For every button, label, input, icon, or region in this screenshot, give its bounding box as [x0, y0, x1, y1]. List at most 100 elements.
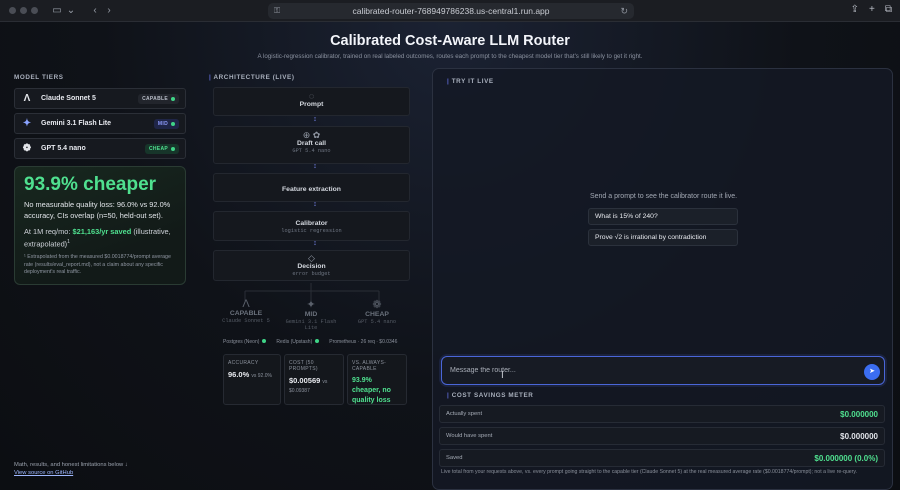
meter-title-text: COST SAVINGS METER [451, 392, 534, 399]
scale-value: $21,163/yr saved [72, 227, 132, 236]
footer-text: Math, results, and honest limitations be… [14, 462, 128, 468]
url-text: calibrated-router-768949786238.us-centra… [352, 6, 550, 16]
window-close-button[interactable] [9, 7, 16, 14]
meter-label: Would have spent [446, 433, 493, 439]
meter-label: Actually spent [446, 411, 483, 417]
stat-accuracy: ACCURACY 96.0% vs 92.0% [223, 354, 281, 405]
openai-icon: ❁ [22, 143, 32, 154]
tier-badge: CAPABLE [138, 93, 179, 104]
stat-value: $0.00569 vs $0.09387 [289, 376, 339, 394]
node-title: Prompt [299, 101, 324, 108]
try-it-panel: | TRY IT LIVE Send a prompt to see the c… [432, 68, 893, 490]
empty-state-hint: Send a prompt to see the calibrator rout… [589, 193, 738, 200]
scale-prefix: At 1M req/mo: [24, 227, 71, 236]
stat-label: VS. ALWAYS-CAPABLE [352, 360, 387, 372]
tier-name: Gemini 3.1 Flash Lite [41, 120, 112, 127]
node-draft-call: ⊕ ✿ Draft call GPT 5.4 nano [213, 126, 410, 164]
share-icon[interactable]: ⇪ [851, 4, 859, 15]
stat-cost: COST (50 PROMPTS) $0.00569 vs $0.09387 [284, 354, 344, 405]
meter-title: | COST SAVINGS METER [447, 392, 534, 399]
try-it-title: | TRY IT LIVE [447, 78, 494, 85]
draft-call-icon: ⊕ ✿ [302, 130, 321, 140]
try-it-title-text: TRY IT LIVE [451, 78, 494, 85]
infra-label: Postgres (Neon) [223, 339, 260, 345]
output-subtitle: Claude Sonnet 5 [222, 318, 270, 324]
window-minimize-button[interactable] [20, 7, 27, 14]
send-icon: ➤ [869, 368, 875, 375]
node-subtitle: GPT 5.4 nano [292, 148, 331, 154]
example-prompt-button[interactable]: Prove √2 is irrational by contradiction [588, 229, 738, 246]
forward-icon[interactable]: › [102, 5, 116, 16]
output-mid: ✦ MID Gemini 3.1 Flash Lite [280, 298, 342, 331]
site-settings-icon[interactable]: ⚿ [274, 6, 280, 16]
node-decision: ◇ Decision error budget [213, 250, 410, 281]
tier-badge: MID [153, 118, 179, 129]
output-cheap: ❁ CHEAP GPT 5.4 nano [346, 298, 408, 325]
tier-badge-label: MID [157, 120, 168, 127]
sidebar-toggle-icon[interactable]: ▭ [50, 5, 64, 16]
new-tab-icon[interactable]: + [869, 4, 875, 15]
page-title: Calibrated Cost-Aware LLM Router [330, 33, 570, 49]
text-cursor-icon: I [501, 370, 504, 381]
node-title: Calibrator [295, 220, 328, 227]
savings-card: 93.9% cheaper No measurable quality loss… [14, 166, 186, 285]
tier-outputs: Ʌ CAPABLE Claude Sonnet 5 ✦ MID Gemini 3… [207, 298, 416, 338]
meter-value: $0.000000 [840, 431, 878, 441]
back-icon[interactable]: ‹ [88, 5, 102, 16]
meter-value: $0.000000 (0.0%) [814, 453, 878, 463]
status-dot [262, 339, 267, 343]
quality-statement: No measurable quality loss: 96.0% vs 92.… [24, 200, 171, 220]
anthropic-icon: Ʌ [242, 298, 250, 310]
window-zoom-button[interactable] [31, 7, 38, 14]
savings-headline: 93.9% cheaper [24, 174, 157, 195]
node-subtitle: error budget [292, 271, 331, 277]
stat-value: 96.0% vs 92.0% [228, 370, 276, 379]
stat-value: 93.9% cheaper, no quality loss [352, 377, 391, 404]
page: Calibrated Cost-Aware LLM Router A logis… [0, 22, 900, 490]
address-bar[interactable]: ⚿ calibrated-router-768949786238.us-cent… [268, 3, 634, 19]
node-title: Draft call [296, 140, 327, 147]
output-title: CHEAP [365, 311, 389, 318]
infra-label: Redis (Upstash) [276, 339, 313, 345]
tier-badge: CHEAP [144, 143, 179, 154]
scale-statement: At 1M req/mo: $21,163/yr saved (illustra… [24, 227, 171, 249]
message-input[interactable] [450, 364, 830, 376]
reload-icon[interactable]: ↻ [620, 6, 628, 17]
example-prompt-button[interactable]: What is 15% of 240? [588, 208, 738, 225]
stat-label: ACCURACY [228, 360, 259, 366]
tier-capable: Ʌ Claude Sonnet 5 CAPABLE [14, 88, 186, 109]
left-column: MODEL TIERS Ʌ Claude Sonnet 5 CAPABLE ✦ … [14, 74, 186, 285]
github-link[interactable]: View source on GitHub [14, 470, 73, 476]
meter-value: $0.000000 [840, 409, 878, 419]
message-composer: I ➤ [441, 356, 885, 385]
output-subtitle: GPT 5.4 nano [357, 319, 397, 325]
tier-badge-label: CHEAP [148, 145, 168, 152]
node-subtitle: logistic regression [281, 228, 342, 234]
openai-icon: ❁ [372, 299, 382, 311]
arrow-icon: ↕ [313, 163, 317, 170]
output-subtitle: Gemini 3.1 Flash Lite [285, 319, 337, 331]
arrow-icon: ↕ [313, 116, 317, 123]
architecture-title: | ARCHITECTURE (LIVE) [209, 74, 295, 81]
status-dot [171, 146, 175, 151]
chevron-down-icon[interactable]: ⌄ [64, 5, 78, 16]
status-dot [171, 96, 175, 101]
tier-mid: ✦ Gemini 3.1 Flash Lite MID [14, 113, 186, 134]
stat-label: COST (50 PROMPTS) [289, 360, 318, 372]
node-title: Feature extraction [282, 186, 341, 193]
model-tiers-title: MODEL TIERS [14, 74, 64, 81]
browser-toolbar: ▭ ⌄ ‹ › ⚿ calibrated-router-768949786238… [0, 0, 900, 22]
output-capable: Ʌ CAPABLE Claude Sonnet 5 [215, 298, 277, 324]
architecture-title-text: ARCHITECTURE (LIVE) [213, 74, 295, 81]
page-subtitle: A logistic-regression calibrator, traine… [257, 53, 643, 60]
infra-status: Postgres (Neon) Redis (Upstash) Promethe… [223, 339, 397, 345]
tab-overview-icon[interactable]: ⧉ [885, 4, 892, 15]
meter-row-would-spend: Would have spent $0.000000 [439, 427, 885, 445]
send-button[interactable]: ➤ [864, 364, 880, 380]
node-feature-extraction: Feature extraction [213, 173, 410, 202]
meter-note: Live total from your requests above, vs.… [441, 469, 857, 475]
node-title: Decision [297, 263, 326, 270]
accuracy-value: 96.0% [228, 370, 250, 379]
tier-name: GPT 5.4 nano [41, 145, 86, 152]
tier-name: Claude Sonnet 5 [41, 95, 96, 102]
